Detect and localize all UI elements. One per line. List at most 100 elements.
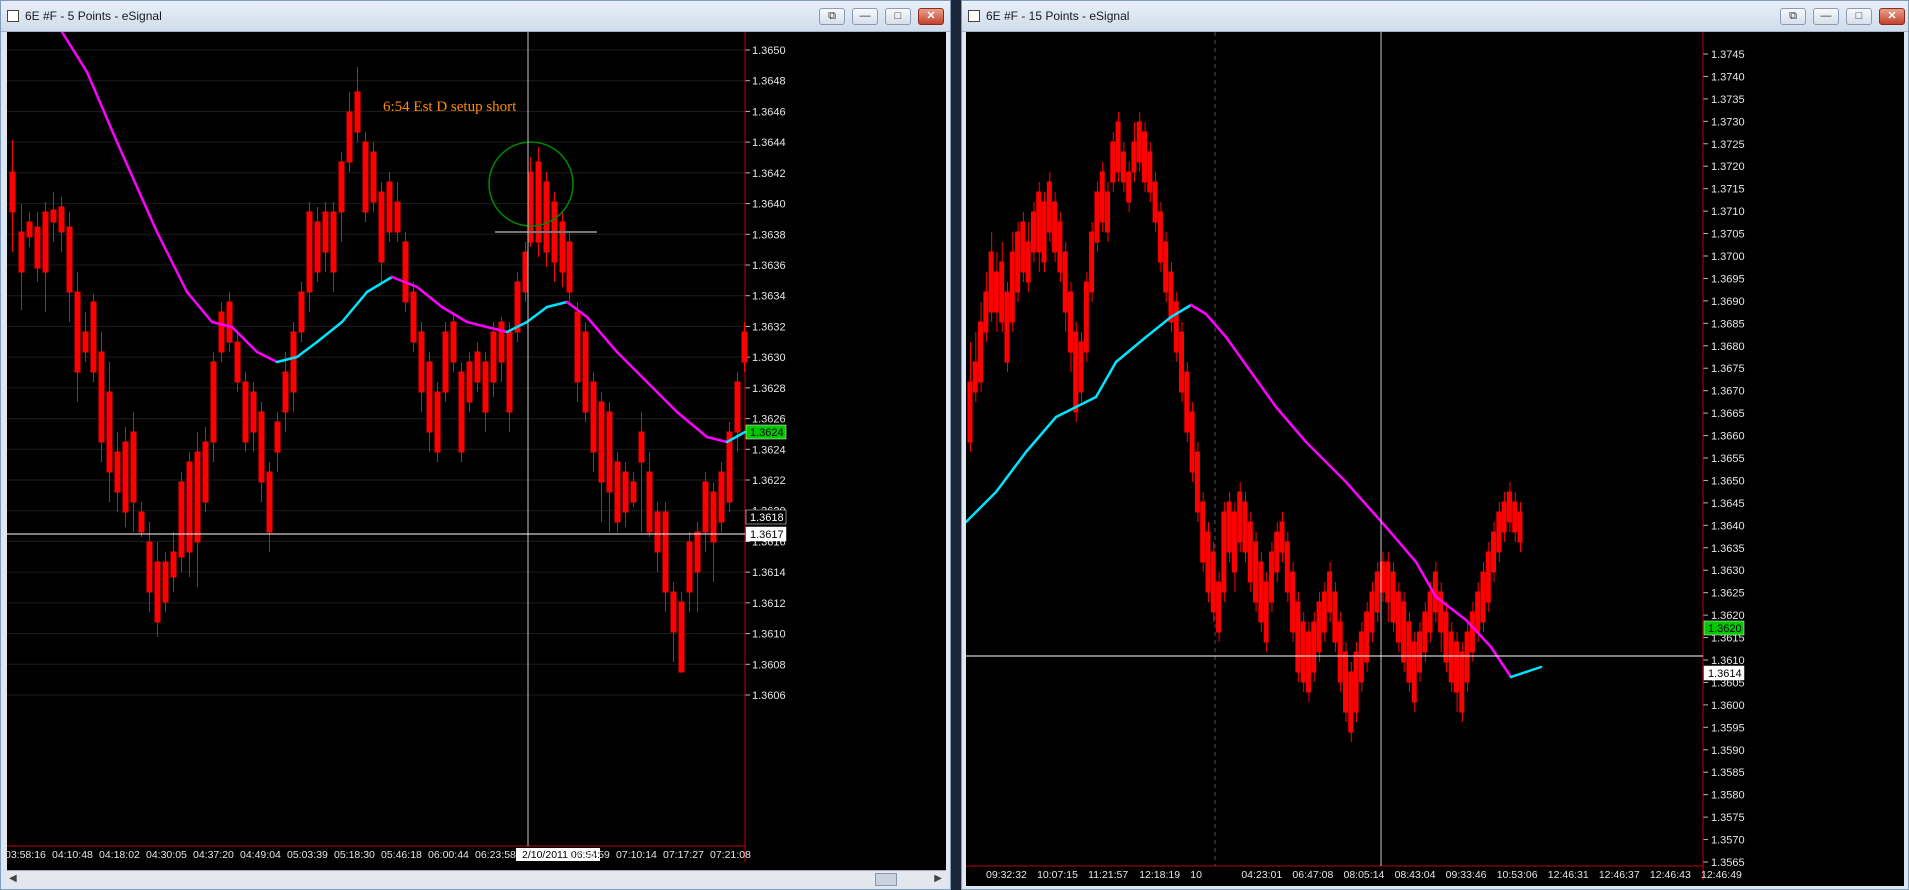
y-tick-label: 1.3612 xyxy=(752,598,786,610)
y-tick-label: 1.3646 xyxy=(752,106,786,118)
candle-body xyxy=(1015,231,1021,293)
candle-body xyxy=(410,291,417,343)
candle-body xyxy=(1358,631,1364,683)
x-tick-label: 12:46:49 xyxy=(1701,869,1742,881)
y-tick-label: 1.3565 xyxy=(1711,857,1745,869)
candle-body xyxy=(1242,501,1248,553)
candle-body xyxy=(694,531,701,573)
candle-body xyxy=(1512,501,1518,533)
candle-body xyxy=(1105,191,1110,233)
close-button[interactable]: ✕ xyxy=(918,8,944,25)
candle-body xyxy=(9,171,16,213)
candle-body xyxy=(983,291,989,333)
y-tick-label: 1.3660 xyxy=(1711,431,1745,443)
x-tick-label: 06:00:44 xyxy=(428,849,469,861)
left-chart-area[interactable]: 1.3650 1.3648 1.3646 1.3644 1.3642 1.3640 1.36… xyxy=(7,32,946,870)
minimize-button[interactable]: — xyxy=(852,8,878,25)
candle-body xyxy=(1094,191,1100,243)
moving-average-line xyxy=(415,285,444,309)
candle-body xyxy=(258,411,265,483)
moving-average-line xyxy=(705,435,729,444)
candle-body xyxy=(1321,591,1327,633)
left-price-chart[interactable]: 1.3650 1.3648 1.3646 1.3644 1.3642 1.3640 1.36… xyxy=(7,32,946,870)
candle-body xyxy=(1210,551,1216,613)
candle-body xyxy=(1078,341,1084,393)
moving-average-line xyxy=(295,340,319,359)
candle-body xyxy=(670,591,677,633)
candle-body xyxy=(598,401,605,483)
candle-body xyxy=(1464,631,1470,683)
minimize-button[interactable]: — xyxy=(1813,8,1839,25)
candle-body xyxy=(82,331,89,353)
candle-body xyxy=(1083,281,1089,353)
candle-body xyxy=(1231,511,1237,573)
right-chart-area[interactable]: 1.3745 1.3740 1.3735 1.3730 1.3725 1.3720 1.37… xyxy=(966,32,1904,886)
candle-body xyxy=(202,441,209,503)
x-tick-label: 06:23:58 xyxy=(475,849,516,861)
right-chart-window: 6E #F - 15 Points - eSignal ⧉ — □ ✕ 1.37… xyxy=(961,0,1909,890)
y-tick-label: 1.3610 xyxy=(1711,655,1745,667)
candle-body xyxy=(1179,331,1185,393)
left-horizontal-scrollbar[interactable]: ◀ ▶ xyxy=(7,870,946,887)
right-titlebar[interactable]: 6E #F - 15 Points - eSignal ⧉ — □ ✕ xyxy=(962,1,1908,32)
moving-average-line xyxy=(1054,405,1078,419)
candle-body xyxy=(622,471,629,513)
y-tick-label: 1.3700 xyxy=(1711,251,1745,263)
x-tick-label: 05:46:18 xyxy=(381,849,422,861)
candle-body xyxy=(1057,221,1063,273)
candle-body xyxy=(1501,501,1507,533)
y-tick-label: 1.3630 xyxy=(1711,565,1745,577)
close-button[interactable]: ✕ xyxy=(1879,8,1905,25)
left-titlebar[interactable]: 6E #F - 5 Points - eSignal ⧉ — □ ✕ xyxy=(1,1,950,32)
candle-body xyxy=(972,361,978,393)
candle-body xyxy=(1067,291,1073,353)
candle-body xyxy=(146,541,153,593)
candle-body xyxy=(26,221,33,238)
maximize-button[interactable]: □ xyxy=(1846,8,1872,25)
cursor-price-tag: 1.3614 xyxy=(1708,668,1742,680)
candle-body xyxy=(226,301,233,343)
candle-body xyxy=(662,511,669,593)
candle-body xyxy=(1263,581,1269,643)
moving-average-line xyxy=(60,32,89,74)
moving-average-line xyxy=(185,290,214,324)
current-price-tag: 1.3620 xyxy=(1708,623,1742,635)
candle-body xyxy=(66,226,73,293)
candle-body xyxy=(1062,251,1068,313)
candle-body xyxy=(1004,291,1010,363)
candle-body xyxy=(74,291,81,373)
candle-body xyxy=(482,361,489,413)
scroll-right-arrow-icon[interactable]: ▶ xyxy=(934,873,942,884)
moving-average-line xyxy=(1344,480,1388,529)
scroll-left-arrow-icon[interactable]: ◀ xyxy=(9,873,17,884)
candle-body xyxy=(702,481,709,533)
x-tick-label: 09:32:32 xyxy=(986,869,1027,881)
candle-body xyxy=(1305,631,1311,693)
right-price-chart[interactable]: 1.3745 1.3740 1.3735 1.3730 1.3725 1.3720 1.37… xyxy=(966,32,1904,886)
y-tick-label: 1.3695 xyxy=(1711,273,1745,285)
candle-body xyxy=(646,471,653,533)
maximize-button[interactable]: □ xyxy=(885,8,911,25)
restore-button[interactable]: ⧉ xyxy=(1780,8,1806,25)
y-tick-label: 1.3634 xyxy=(752,291,786,303)
candle-body xyxy=(1020,221,1026,273)
candle-body xyxy=(1485,551,1491,603)
candle-body xyxy=(122,441,129,513)
y-tick-label: 1.3648 xyxy=(752,76,786,88)
candle-body xyxy=(1247,521,1253,583)
scroll-thumb[interactable] xyxy=(875,873,897,886)
candle-body xyxy=(130,431,137,503)
moving-average-line xyxy=(365,275,394,294)
candle-body xyxy=(170,551,177,578)
candle-body xyxy=(1279,521,1285,553)
candle-body xyxy=(370,151,377,203)
y-tick-label: 1.3642 xyxy=(752,168,786,180)
left-chart-window: 6E #F - 5 Points - eSignal ⧉ — □ ✕ 1.365… xyxy=(0,0,951,890)
x-tick-label: 08:05:14 xyxy=(1344,869,1385,881)
y-tick-label: 1.3610 xyxy=(752,629,786,641)
y-tick-label: 1.3720 xyxy=(1711,161,1745,173)
candle-body xyxy=(1110,141,1116,183)
x-tick-label: 05:03:39 xyxy=(287,849,328,861)
restore-button[interactable]: ⧉ xyxy=(819,8,845,25)
moving-average-line xyxy=(525,305,549,324)
